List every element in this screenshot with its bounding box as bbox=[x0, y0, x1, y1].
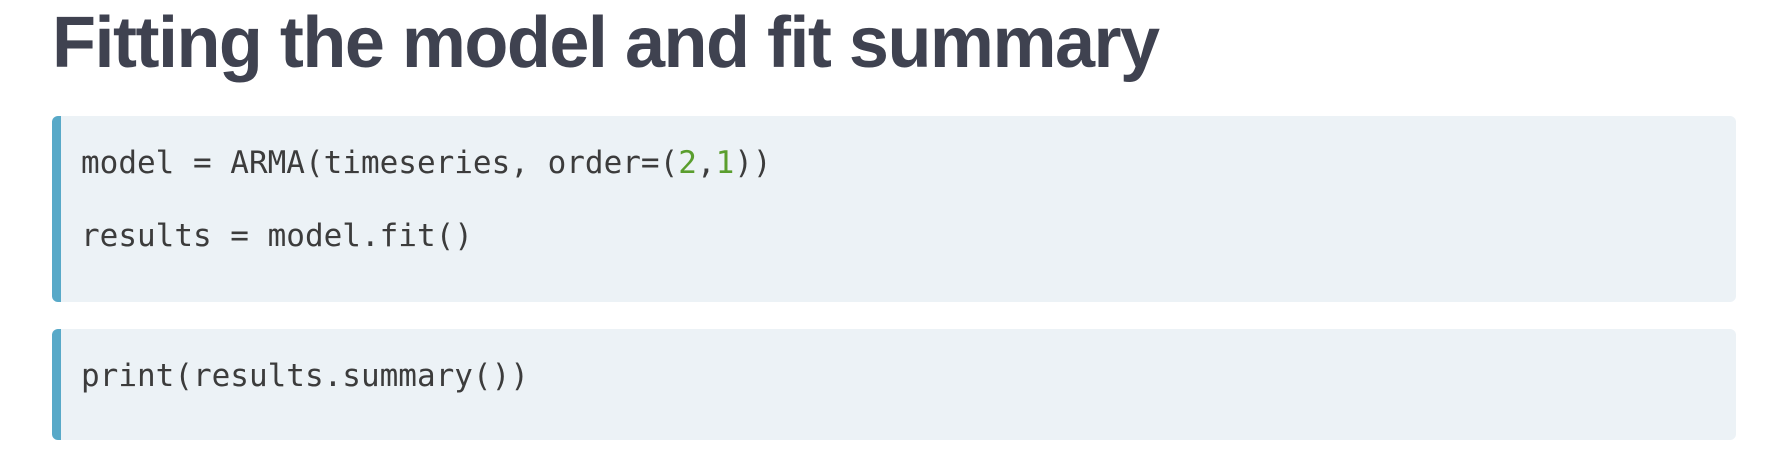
code-text: model = ARMA(timeseries, order=( bbox=[81, 145, 679, 181]
code-text: )) bbox=[734, 145, 772, 181]
code-block-summary: print(results.summary()) bbox=[52, 329, 1736, 440]
number-literal: 2 bbox=[678, 145, 697, 181]
slide-title: Fitting the model and fit summary bbox=[52, 3, 1160, 83]
code-line-print-summary: print(results.summary()) bbox=[81, 358, 529, 394]
code-punctuation: , bbox=[696, 145, 716, 181]
code-block-model-fit: model = ARMA(timeseries, order=(2,1)) re… bbox=[52, 116, 1736, 302]
code-line-fit-call: results = model.fit() bbox=[81, 218, 473, 254]
code-line-model-definition: model = ARMA(timeseries, order=(2,1)) bbox=[81, 143, 772, 183]
number-literal: 1 bbox=[715, 145, 735, 181]
